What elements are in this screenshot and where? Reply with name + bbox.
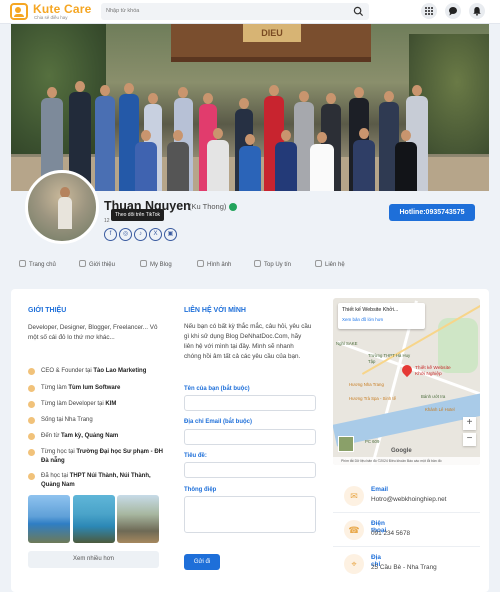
subject-field[interactable] xyxy=(184,462,316,478)
site-logo[interactable]: Kute Care Chia sẻ điều hay xyxy=(10,2,102,22)
contact-description: Nếu bạn có bất kỳ thắc mắc, câu hỏi, yêu… xyxy=(184,323,312,360)
notifications-button[interactable] xyxy=(469,3,485,19)
message-field-label: Thông điệp xyxy=(184,487,217,493)
graduation-icon xyxy=(28,473,35,480)
subject-field-label: Tiêu đề: xyxy=(184,453,207,459)
phone-icon: ☎ xyxy=(344,520,364,540)
message-textarea[interactable] xyxy=(184,496,316,533)
briefcase-icon xyxy=(28,401,35,408)
tab-about[interactable]: Giới thiệu xyxy=(79,260,115,268)
tiktok-tooltip: Theo dõi trên TikTok xyxy=(111,209,165,221)
zoom-out-button[interactable]: − xyxy=(463,433,476,446)
apps-button[interactable] xyxy=(421,3,437,19)
satellite-toggle[interactable] xyxy=(338,436,354,452)
contact-icon xyxy=(315,260,322,267)
tiktok-icon[interactable]: ♪ xyxy=(134,228,147,241)
google-logo: Google xyxy=(391,448,412,454)
map-place-title: Thiết kế Website Khởi... xyxy=(342,307,399,313)
map-pin-label: Thiết kế Website Khởi Nghiệp xyxy=(415,366,451,377)
contact-title: LIÊN HỆ VỚI MÌNH xyxy=(184,307,246,314)
tab-top-trust[interactable]: Top Uy tín xyxy=(254,260,291,268)
name-field[interactable] xyxy=(184,395,316,411)
briefcase-icon xyxy=(28,385,35,392)
brand-name: Kute Care xyxy=(33,2,92,16)
profile-nickname: (Ku Thong) xyxy=(189,202,227,211)
google-map[interactable]: Thiết kế Website Khởi... Xem bản đồ lớn … xyxy=(333,298,480,465)
email-field[interactable] xyxy=(184,429,316,445)
larger-map-link[interactable]: Xem bản đồ lớn hơn xyxy=(342,317,383,322)
facebook-icon[interactable]: f xyxy=(104,228,117,241)
blog-icon xyxy=(140,260,147,267)
main-card: GIỚI THIỆU Developer, Designer, Blogger,… xyxy=(11,289,489,592)
search-icon[interactable] xyxy=(353,6,364,17)
verified-badge-icon xyxy=(229,203,237,211)
search-placeholder: Nhập từ khóa xyxy=(106,8,140,14)
zoom-in-button[interactable]: + xyxy=(463,417,476,430)
x-twitter-icon[interactable]: X xyxy=(149,228,162,241)
map-info-box: Thiết kế Website Khởi... Xem bản đồ lớn … xyxy=(338,303,425,329)
see-more-button[interactable]: Xem nhiều hơn xyxy=(28,551,159,568)
search-input[interactable]: Nhập từ khóa xyxy=(101,3,369,20)
photo-thumbnail[interactable] xyxy=(73,495,115,543)
photo-thumbnail[interactable] xyxy=(28,495,70,543)
chat-icon xyxy=(449,7,457,16)
graduation-icon xyxy=(28,449,35,456)
brand-tagline: Chia sẻ điều hay xyxy=(34,15,68,20)
instagram-icon[interactable]: ◎ xyxy=(119,228,132,241)
info-icon xyxy=(79,260,86,267)
photo-thumbnail[interactable] xyxy=(117,495,159,543)
tab-photos[interactable]: Hình ảnh xyxy=(197,260,231,268)
send-button[interactable]: Gửi đi xyxy=(184,554,220,570)
location-icon xyxy=(28,433,35,440)
name-field-label: Tên của bạn (bắt buộc) xyxy=(184,386,250,392)
tab-home[interactable]: Trang chủ xyxy=(19,260,56,268)
tab-contact[interactable]: Liên hệ xyxy=(315,260,345,268)
intro-text: Developer, Designer, Blogger, Freelancer… xyxy=(28,324,158,341)
profile-tabs: Trang chủ Giới thiệu My Blog Hình ảnh To… xyxy=(11,255,489,275)
top-bar: Kute Care Chia sẻ điều hay Nhập từ khóa xyxy=(0,0,500,24)
tab-blog[interactable]: My Blog xyxy=(140,260,172,268)
briefcase-icon xyxy=(28,368,35,375)
messages-button[interactable] xyxy=(445,3,461,19)
email-field-label: Địa chỉ Email (bắt buộc) xyxy=(184,419,253,425)
location-icon: ⌖ xyxy=(344,554,364,574)
cover-sign-text: DIEU xyxy=(243,24,301,42)
website-icon[interactable]: ▣ xyxy=(164,228,177,241)
intro-title: GIỚI THIỆU xyxy=(28,307,67,314)
follower-count: 12 xyxy=(104,218,110,224)
email-icon: ✉ xyxy=(344,486,364,506)
bell-icon xyxy=(473,7,481,16)
profile-avatar[interactable] xyxy=(25,170,99,244)
map-footer: Phím tắt Dữ liệu bản đồ ©2024 Điều khoản… xyxy=(333,457,480,465)
logo-icon xyxy=(10,3,28,20)
hotline-button[interactable]: Hotline:0935743575 xyxy=(389,204,475,221)
home-icon xyxy=(28,417,35,424)
home-icon xyxy=(19,260,26,267)
grid-icon xyxy=(425,7,433,15)
image-icon xyxy=(197,260,204,267)
star-icon xyxy=(254,260,261,267)
cover-photo: DIEU xyxy=(11,24,489,191)
